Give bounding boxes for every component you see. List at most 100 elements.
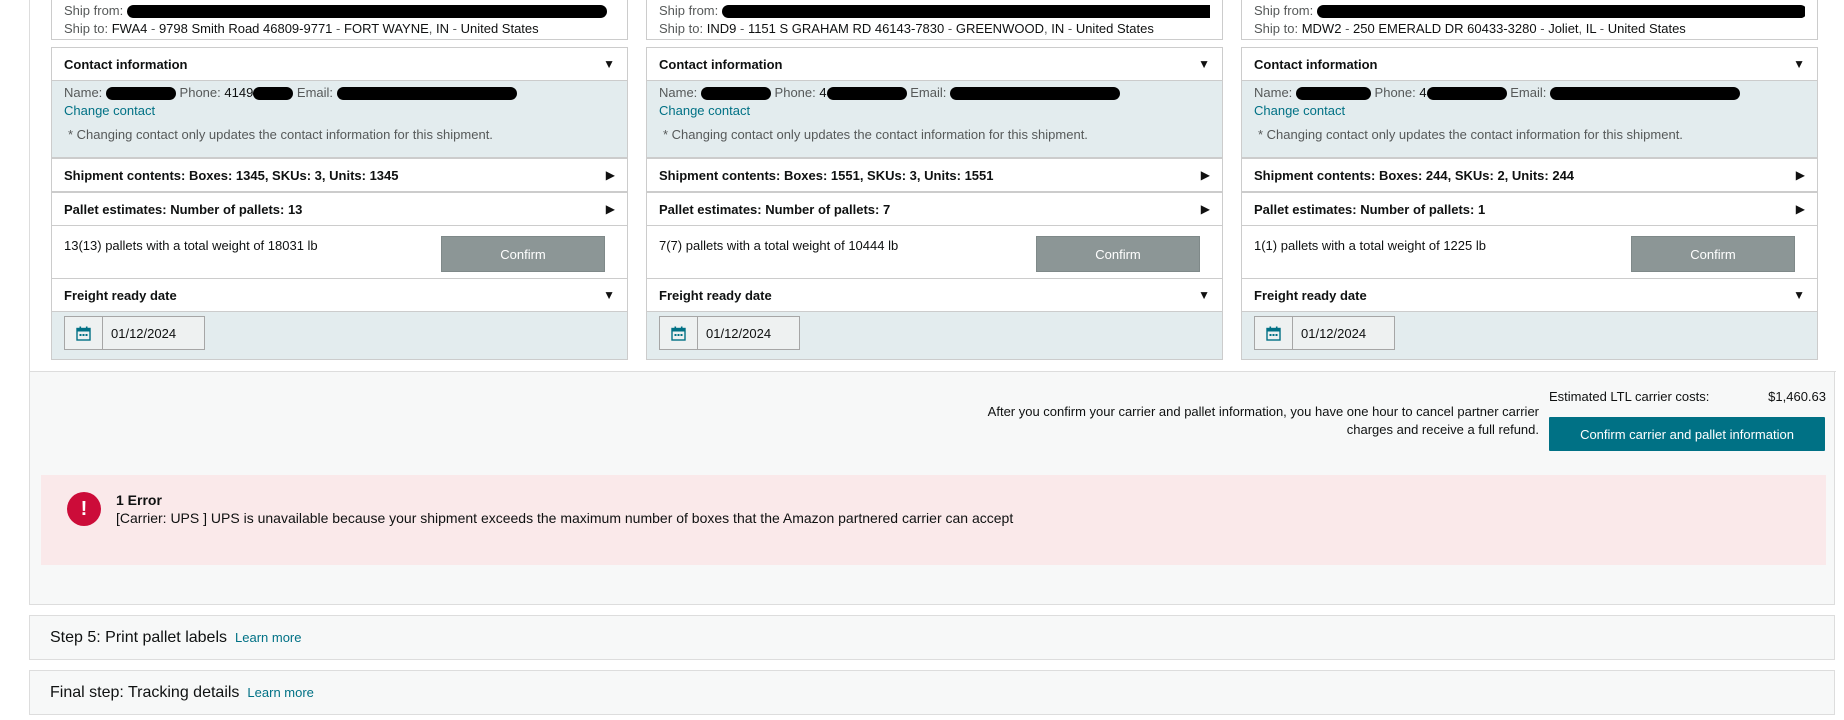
freight-date-panel: 01/12/2024 bbox=[51, 312, 628, 360]
ship-from-label: Ship from: bbox=[1254, 3, 1314, 18]
freight-ready-header[interactable]: Freight ready date ▼ bbox=[646, 278, 1223, 312]
pallet-panel: 13(13) pallets with a total weight of 18… bbox=[51, 226, 628, 282]
contact-note: * Changing contact only updates the cont… bbox=[663, 127, 1088, 142]
separator: - bbox=[1067, 21, 1073, 36]
summary-section: Estimated LTL carrier costs: $1,460.63 A… bbox=[30, 385, 1836, 465]
ship-to-state: IN bbox=[436, 21, 450, 36]
learn-more-link[interactable]: Learn more bbox=[247, 685, 313, 700]
email-label: Email: bbox=[296, 85, 334, 100]
shipment-column-3: Ship from: Ship to: MDW2 - 250 EMERALD D… bbox=[1241, 0, 1818, 360]
contact-header[interactable]: Contact information ▼ bbox=[51, 47, 628, 81]
ship-to-row: Ship to: FWA4 - 9798 Smith Road 46809-97… bbox=[64, 20, 615, 38]
contact-panel: Name: Phone: 4149 Email: Change contact … bbox=[51, 81, 628, 158]
ship-addresses: Ship from: Ship to: MDW2 - 250 EMERALD D… bbox=[1241, 0, 1818, 40]
redacted-block bbox=[336, 87, 517, 101]
change-contact-row: Change contact bbox=[64, 102, 615, 120]
contact-header[interactable]: Contact information ▼ bbox=[1241, 47, 1818, 81]
shipment-contents-header[interactable]: Shipment contents: Boxes: 1345, SKUs: 3,… bbox=[51, 158, 628, 192]
change-contact-link[interactable]: Change contact bbox=[64, 103, 155, 118]
pallet-estimates-header[interactable]: Pallet estimates: Number of pallets: 1 ▶ bbox=[1241, 192, 1818, 226]
caret-down-icon: ▼ bbox=[1793, 288, 1805, 302]
freight-ready-header[interactable]: Freight ready date ▼ bbox=[51, 278, 628, 312]
ship-to-city: Joliet bbox=[1548, 21, 1579, 36]
shipments-columns: Ship from: Ship to: FWA4 - 9798 Smith Ro… bbox=[30, 0, 1836, 372]
pallet-estimates-header[interactable]: Pallet estimates: Number of pallets: 13 … bbox=[51, 192, 628, 226]
step-5-row[interactable]: Step 5: Print pallet labels Learn more bbox=[29, 615, 1835, 660]
email-label: Email: bbox=[1510, 85, 1547, 100]
contact-panel: Name: Phone: 4 Email: Change contact * C… bbox=[1241, 81, 1818, 158]
redacted-block bbox=[1426, 87, 1507, 101]
error-alert: ! 1 Error [Carrier: UPS ] UPS is unavail… bbox=[41, 475, 1826, 565]
redacted-block bbox=[126, 5, 607, 19]
ship-to-state: IL bbox=[1585, 21, 1597, 36]
freight-date-input[interactable]: 01/12/2024 bbox=[659, 316, 800, 350]
ship-to-code: IND9 bbox=[706, 21, 737, 36]
caret-right-icon: ▶ bbox=[1200, 202, 1210, 216]
ship-to-city: FORT WAYNE bbox=[344, 21, 429, 36]
separator: - bbox=[1540, 21, 1545, 36]
pallet-summary: 7(7) pallets with a total weight of 1044… bbox=[659, 238, 899, 253]
ship-from-label: Ship from: bbox=[64, 3, 124, 18]
final-step-row[interactable]: Final step: Tracking details Learn more bbox=[29, 670, 1835, 715]
freight-date-input[interactable]: 01/12/2024 bbox=[64, 316, 205, 350]
shipment-card: Ship from: Ship to: FWA4 - 9798 Smith Ro… bbox=[29, 0, 1836, 605]
change-contact-row: Change contact bbox=[1254, 102, 1805, 120]
ship-addresses: Ship from: Ship to: FWA4 - 9798 Smith Ro… bbox=[51, 0, 628, 40]
separator: - bbox=[1599, 21, 1605, 36]
freight-date-value: 01/12/2024 bbox=[103, 317, 204, 349]
contact-note: * Changing contact only updates the cont… bbox=[1258, 127, 1683, 142]
step-title: Step 5: Print pallet labels bbox=[50, 628, 227, 646]
redacted-block bbox=[1549, 87, 1740, 101]
shipment-contents-header[interactable]: Shipment contents: Boxes: 244, SKUs: 2, … bbox=[1241, 158, 1818, 192]
ship-to-address: 1151 S GRAHAM RD 46143-7830 bbox=[747, 21, 945, 36]
contact-header[interactable]: Contact information ▼ bbox=[646, 47, 1223, 81]
contact-line: Name: Phone: 4 Email: bbox=[1254, 84, 1805, 102]
confirm-carrier-button[interactable]: Confirm carrier and pallet information bbox=[1549, 417, 1825, 451]
caret-down-icon: ▼ bbox=[1793, 57, 1805, 71]
freight-ready-label: Freight ready date bbox=[64, 287, 177, 303]
shipment-contents-label: Shipment contents: Boxes: 244, SKUs: 2, … bbox=[1254, 167, 1575, 183]
redacted-block bbox=[700, 87, 771, 101]
ship-to-label: Ship to: bbox=[659, 21, 704, 36]
pallet-summary: 13(13) pallets with a total weight of 18… bbox=[64, 238, 318, 253]
shipment-contents-header[interactable]: Shipment contents: Boxes: 1551, SKUs: 3,… bbox=[646, 158, 1223, 192]
calendar-icon[interactable] bbox=[1255, 317, 1293, 349]
pallet-estimates-header[interactable]: Pallet estimates: Number of pallets: 7 ▶ bbox=[646, 192, 1223, 226]
freight-date-input[interactable]: 01/12/2024 bbox=[1254, 316, 1395, 350]
freight-ready-label: Freight ready date bbox=[1254, 287, 1367, 303]
change-contact-link[interactable]: Change contact bbox=[1254, 103, 1345, 118]
contact-line: Name: Phone: 4149 Email: bbox=[64, 84, 615, 102]
shipment-column-1: Ship from: Ship to: FWA4 - 9798 Smith Ro… bbox=[51, 0, 628, 360]
ship-to-row: Ship to: IND9 - 1151 S GRAHAM RD 46143-7… bbox=[659, 20, 1210, 38]
learn-more-link[interactable]: Learn more bbox=[235, 630, 301, 645]
caret-right-icon: ▶ bbox=[1795, 202, 1805, 216]
shipment-contents-label: Shipment contents: Boxes: 1551, SKUs: 3,… bbox=[659, 167, 994, 183]
name-label: Name: bbox=[64, 85, 103, 100]
ship-to-country: United States bbox=[460, 21, 539, 36]
contact-header-label: Contact information bbox=[1254, 56, 1378, 72]
change-contact-row: Change contact bbox=[659, 102, 1210, 120]
confirm-pallet-button[interactable]: Confirm bbox=[441, 236, 605, 272]
calendar-icon[interactable] bbox=[660, 317, 698, 349]
pallet-summary: 1(1) pallets with a total weight of 1225… bbox=[1254, 238, 1486, 253]
separator: , bbox=[1578, 21, 1583, 36]
caret-right-icon: ▶ bbox=[605, 168, 615, 182]
contact-line: Name: Phone: 4 Email: bbox=[659, 84, 1210, 102]
ship-from-row: Ship from: bbox=[64, 2, 615, 20]
ship-from-row: Ship from: bbox=[1254, 2, 1805, 20]
error-title: 1 Error bbox=[116, 492, 162, 508]
ship-to-code: FWA4 bbox=[111, 21, 148, 36]
phone-partial: 4 bbox=[1419, 85, 1427, 100]
confirm-pallet-button[interactable]: Confirm bbox=[1036, 236, 1200, 272]
caret-right-icon: ▶ bbox=[605, 202, 615, 216]
confirm-pallet-button[interactable]: Confirm bbox=[1631, 236, 1795, 272]
pallet-panel: 7(7) pallets with a total weight of 1044… bbox=[646, 226, 1223, 282]
calendar-icon[interactable] bbox=[65, 317, 103, 349]
estimated-cost-label: Estimated LTL carrier costs: bbox=[1549, 389, 1710, 404]
ship-to-row: Ship to: MDW2 - 250 EMERALD DR 60433-328… bbox=[1254, 20, 1805, 38]
name-label: Name: bbox=[659, 85, 698, 100]
caret-down-icon: ▼ bbox=[1198, 288, 1210, 302]
ship-to-code: MDW2 bbox=[1301, 21, 1342, 36]
change-contact-link[interactable]: Change contact bbox=[659, 103, 750, 118]
freight-ready-header[interactable]: Freight ready date ▼ bbox=[1241, 278, 1818, 312]
